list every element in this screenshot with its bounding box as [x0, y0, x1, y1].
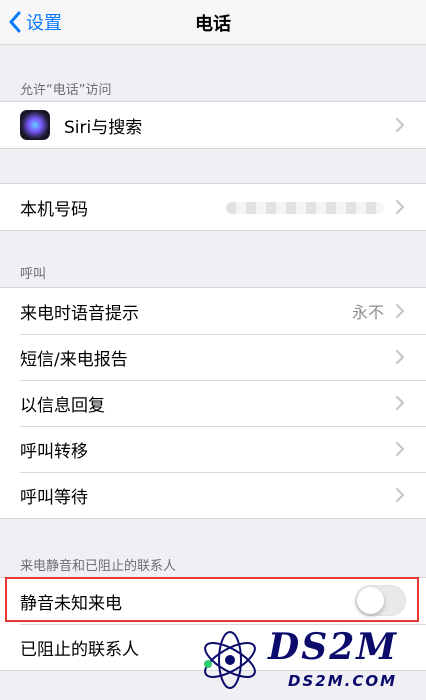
- page-title: 电话: [195, 14, 231, 35]
- announce-calls-value: 永不: [351, 303, 384, 322]
- blocked-contacts-label: 已阻止的联系人: [20, 639, 139, 660]
- chevron-right-icon: [396, 350, 404, 364]
- row-siri-search[interactable]: Siri与搜索: [0, 102, 426, 148]
- chevron-right-icon: [396, 488, 404, 502]
- watermark-logo-text: DS2M: [268, 626, 399, 668]
- call-waiting-label: 呼叫等待: [20, 487, 88, 508]
- siri-search-label: Siri与搜索: [64, 117, 143, 138]
- section-header-allow-access: 允许“电话”访问: [20, 83, 112, 98]
- announce-calls-label: 来电时语音提示: [20, 303, 139, 324]
- highlight-box: [5, 577, 419, 622]
- sms-call-reporting-label: 短信/来电报告: [20, 349, 128, 370]
- call-forwarding-label: 呼叫转移: [20, 441, 88, 462]
- group-my-number: 本机号码: [0, 183, 426, 231]
- section-header-silence: 来电静音和已阻止的联系人: [20, 559, 177, 574]
- row-respond-with-text[interactable]: 以信息回复: [0, 380, 426, 426]
- row-announce-calls[interactable]: 来电时语音提示 永不: [0, 288, 426, 334]
- chevron-right-icon: [396, 304, 404, 318]
- watermark-url: DS2M.COM: [288, 672, 398, 690]
- row-my-number[interactable]: 本机号码: [0, 184, 426, 230]
- watermark: DS2M DS2M.COM: [196, 626, 422, 696]
- group-calls: 来电时语音提示 永不 短信/来电报告 以信息回复 呼叫转移 呼叫等待: [0, 287, 426, 519]
- row-call-waiting[interactable]: 呼叫等待: [0, 472, 426, 518]
- row-sms-call-reporting[interactable]: 短信/来电报告: [0, 334, 426, 380]
- chevron-right-icon: [396, 118, 404, 132]
- redacted-phone-number: [226, 202, 384, 214]
- my-number-label: 本机号码: [20, 199, 88, 220]
- chevron-right-icon: [396, 200, 404, 214]
- group-allow-access: Siri与搜索: [0, 101, 426, 149]
- chevron-right-icon: [396, 442, 404, 456]
- section-header-calls: 呼叫: [20, 267, 47, 282]
- respond-with-text-label: 以信息回复: [20, 395, 105, 416]
- siri-icon: [20, 110, 50, 140]
- navigation-bar: 设置 电话: [0, 0, 426, 45]
- row-call-forwarding[interactable]: 呼叫转移: [0, 426, 426, 472]
- chevron-right-icon: [396, 396, 404, 410]
